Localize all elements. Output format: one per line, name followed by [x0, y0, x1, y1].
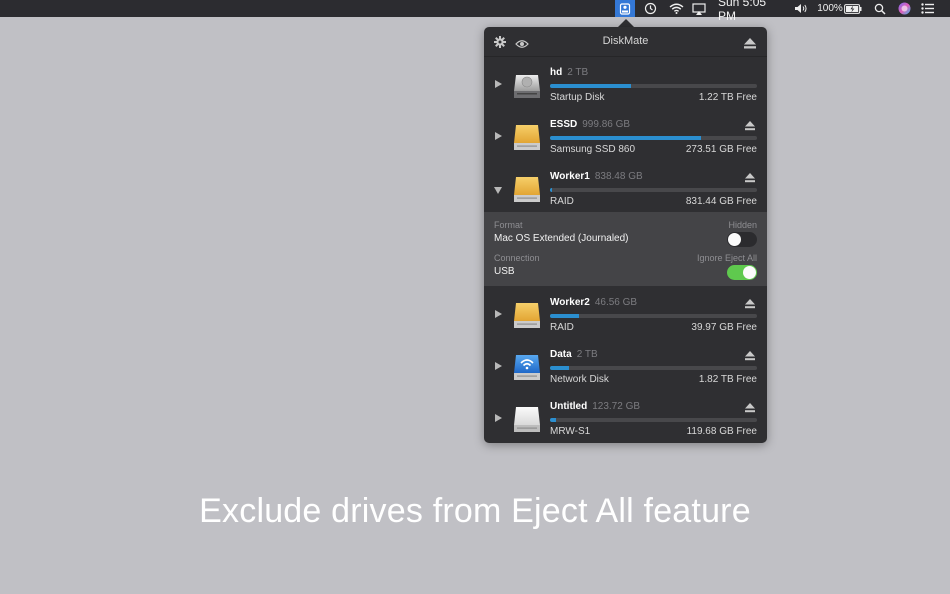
usage-bar	[550, 136, 757, 140]
battery-icon[interactable]	[843, 0, 863, 17]
wifi-icon[interactable]	[667, 0, 685, 17]
eject-icon[interactable]	[745, 118, 755, 131]
usage-bar	[550, 84, 757, 88]
airplay-icon[interactable]	[690, 0, 708, 17]
drive-free-space: 119.68 GB Free	[686, 426, 757, 437]
internal-hdd-icon	[513, 69, 541, 99]
disclosure-closed-icon[interactable]	[495, 132, 502, 140]
drive-name-text: Worker2	[550, 297, 590, 308]
drive-capacity: 2 TB	[576, 349, 598, 360]
spotlight-icon[interactable]	[871, 0, 889, 17]
drive-name: Untitled 123.72 GB	[550, 401, 640, 412]
drive-row-hd[interactable]: hd 2 TB Startup Disk 1.22 TB Free	[484, 57, 767, 109]
menu-bar: Sun 5:05 PM 100%	[0, 0, 950, 23]
drive-free-space: 1.22 TB Free	[698, 92, 757, 103]
popover-title: DiskMate	[602, 35, 649, 47]
usb-drive-icon	[513, 403, 541, 433]
drive-subtitle: MRW-S1	[550, 426, 591, 437]
drive-capacity: 838.48 GB	[594, 171, 643, 182]
usage-bar-fill	[550, 84, 631, 88]
drive-row-worker1[interactable]: Worker1 838.48 GB RAID 831.44 GB Free	[484, 161, 767, 213]
drive-details-panel: Format Mac OS Extended (Journaled) Hidde…	[484, 212, 767, 286]
popover-header: DiskMate	[484, 27, 767, 57]
toggle-knob	[728, 233, 741, 246]
disclosure-open-icon[interactable]	[494, 187, 502, 194]
drive-subtitle: Startup Disk	[550, 92, 605, 103]
hidden-label: Hidden	[728, 220, 757, 230]
eject-icon[interactable]	[745, 170, 755, 183]
usage-bar-fill	[550, 136, 702, 140]
disclosure-closed-icon[interactable]	[495, 80, 502, 88]
usage-bar	[550, 366, 757, 370]
drive-subtitle: RAID	[550, 322, 574, 333]
drive-name-text: hd	[550, 67, 563, 78]
drive-free-space: 1.82 TB Free	[698, 374, 757, 385]
drive-row-untitled[interactable]: Untitled 123.72 GB MRW-S1 119.68 GB Free	[484, 391, 767, 443]
drive-name: hd 2 TB	[550, 67, 588, 78]
external-drive-icon	[513, 299, 541, 329]
connection-label: Connection	[494, 253, 540, 263]
hidden-toggle[interactable]	[727, 232, 757, 247]
drive-subtitle: Samsung SSD 860	[550, 144, 636, 155]
drive-capacity: 999.86 GB	[582, 119, 631, 130]
drive-name: Worker1 838.48 GB	[550, 171, 643, 182]
drive-free-space: 273.51 GB Free	[685, 144, 757, 155]
battery-percent[interactable]: 100%	[814, 0, 846, 17]
drive-subtitle: RAID	[550, 196, 574, 207]
usage-bar	[550, 418, 757, 422]
drive-row-essd[interactable]: ESSD 999.86 GB Samsung SSD 860 273.51 GB Fr…	[484, 109, 767, 161]
drive-name-text: Worker1	[550, 171, 590, 182]
drive-name: Worker2 46.56 GB	[550, 297, 637, 308]
notification-center-icon[interactable]	[918, 0, 936, 17]
format-value: Mac OS Extended (Journaled)	[494, 233, 629, 244]
disclosure-closed-icon[interactable]	[495, 414, 502, 422]
ignore-eject-all-toggle[interactable]	[727, 265, 757, 280]
external-drive-icon	[513, 121, 541, 151]
eject-icon[interactable]	[745, 348, 755, 361]
usage-bar-fill	[550, 418, 557, 422]
ignore-eject-all-label: Ignore Eject All	[696, 253, 757, 263]
disclosure-closed-icon[interactable]	[495, 310, 502, 318]
eject-icon[interactable]	[745, 400, 755, 413]
caption-text: Exclude drives from Eject All feature	[199, 492, 751, 530]
clock-text[interactable]: Sun 5:05 PM	[718, 0, 786, 23]
drive-free-space: 39.97 GB Free	[691, 322, 757, 333]
drive-row-worker2[interactable]: Worker2 46.56 GB RAID 39.97 GB Free	[484, 287, 767, 339]
drive-free-space: 831.44 GB Free	[685, 196, 757, 207]
drive-subtitle: Network Disk	[550, 374, 609, 385]
usage-bar-fill	[550, 188, 553, 192]
siri-icon[interactable]	[895, 0, 913, 17]
drive-name-text: Untitled	[550, 401, 588, 412]
drive-row-data[interactable]: Data 2 TB Network Disk 1.82 TB Free	[484, 339, 767, 391]
drive-capacity: 2 TB	[567, 67, 589, 78]
eject-icon[interactable]	[745, 296, 755, 309]
external-drive-icon	[513, 173, 541, 203]
network-drive-icon	[513, 351, 541, 381]
drive-name-text: Data	[550, 349, 572, 360]
eject-all-icon[interactable]	[744, 36, 756, 54]
drive-capacity: 123.72 GB	[592, 401, 641, 412]
volume-icon[interactable]	[792, 0, 810, 17]
usage-bar	[550, 188, 757, 192]
usage-bar	[550, 314, 757, 318]
drive-name-text: ESSD	[550, 119, 578, 130]
diskmate-popover: DiskMate hd 2 TB Startup Disk 1.22 TB Free E…	[484, 27, 767, 443]
drive-capacity: 46.56 GB	[594, 297, 638, 308]
toggle-knob	[743, 266, 756, 279]
time-machine-icon[interactable]	[641, 0, 659, 17]
drive-name: ESSD 999.86 GB	[550, 119, 630, 130]
diskmate-icon[interactable]	[615, 0, 635, 17]
format-label: Format	[494, 220, 523, 230]
usage-bar-fill	[550, 366, 569, 370]
connection-value: USB	[494, 266, 515, 277]
drive-name: Data 2 TB	[550, 349, 598, 360]
usage-bar-fill	[550, 314, 579, 318]
disclosure-closed-icon[interactable]	[495, 362, 502, 370]
